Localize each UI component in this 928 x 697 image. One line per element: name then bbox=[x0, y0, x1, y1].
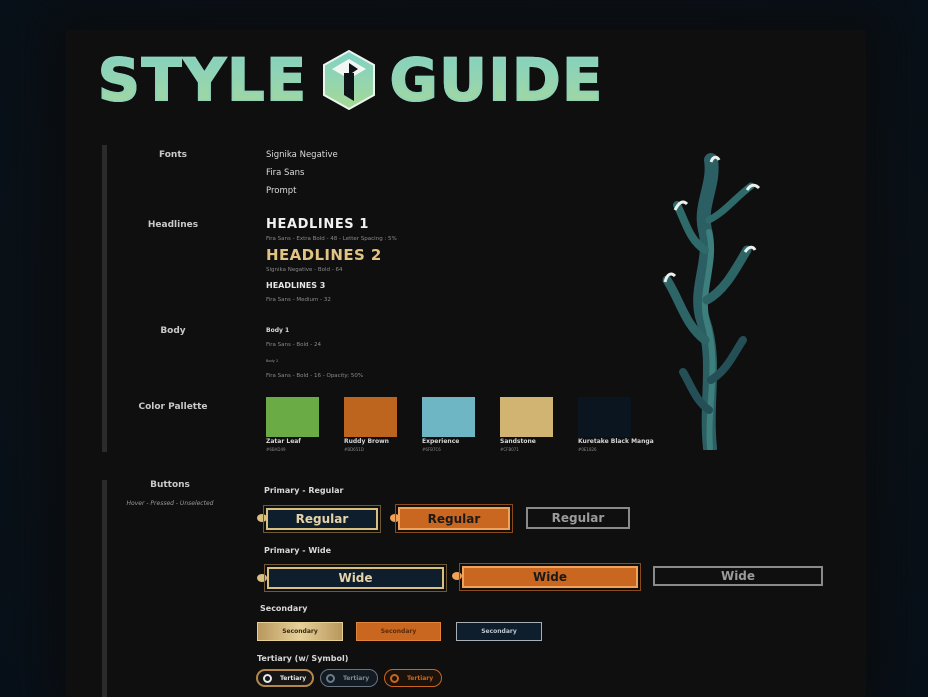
color-hex: #6FB7C6 bbox=[422, 447, 441, 452]
fonts-label: Fonts bbox=[158, 150, 188, 160]
primary-wide-title: Primary - Wide bbox=[264, 546, 332, 555]
headline-2-spec: Signika Negative - Bold - 64 bbox=[266, 267, 343, 273]
secondary-title: Secondary bbox=[260, 604, 308, 613]
primary-regular-unselected-button[interactable]: Regular bbox=[526, 507, 630, 529]
body-2-spec: Fira Sans - Bold - 16 - Opacity: 50% bbox=[266, 373, 364, 379]
page-title: STYLE GUIDE bbox=[97, 45, 604, 115]
color-swatch bbox=[578, 397, 631, 437]
color-name: Experience bbox=[422, 438, 460, 445]
body-label: Body bbox=[160, 326, 186, 336]
circle-symbol-icon bbox=[390, 673, 399, 683]
body-2-sample: Body 2 bbox=[266, 359, 279, 363]
button-states-caption: Hover - Pressed - Unselected bbox=[126, 500, 214, 507]
tertiary-pressed-button[interactable]: Tertiary bbox=[384, 669, 442, 687]
color-name: Zatar Leaf bbox=[266, 438, 301, 445]
hexagon-logo-icon bbox=[322, 49, 375, 111]
headline-3-spec: Fira Sans - Medium - 32 bbox=[266, 297, 331, 303]
headline-3-sample: HEADLINES 3 bbox=[266, 281, 326, 290]
headlines-label: Headlines bbox=[147, 220, 199, 230]
color-swatch bbox=[344, 397, 397, 437]
buttons-label: Buttons bbox=[150, 480, 190, 490]
font-item: Signika Negative bbox=[266, 150, 338, 160]
headline-2-sample: HEADLINES 2 bbox=[266, 246, 382, 264]
palette-label: Color Pallette bbox=[138, 402, 208, 412]
headline-1-spec: Fira Sans - Extra Bold - 48 - Letter Spa… bbox=[266, 236, 397, 242]
color-hex: #0E1826 bbox=[578, 447, 597, 452]
tertiary-title: Tertiary (w/ Symbol) bbox=[257, 654, 349, 663]
color-hex: #BD651D bbox=[344, 447, 364, 452]
circle-symbol-icon bbox=[326, 673, 335, 683]
color-swatch bbox=[500, 397, 553, 437]
primary-wide-pressed-button[interactable]: Wide bbox=[459, 563, 641, 591]
secondary-hover-button[interactable]: Secondary bbox=[257, 622, 343, 641]
button-tag-icon bbox=[257, 574, 267, 582]
font-item: Fira Sans bbox=[266, 168, 305, 178]
color-hex: #6BAD49 bbox=[266, 447, 286, 452]
title-right: GUIDE bbox=[389, 45, 604, 115]
primary-regular-hover-button[interactable]: Regular bbox=[263, 505, 381, 533]
button-tag-icon bbox=[452, 572, 462, 580]
color-hex: #CFB071 bbox=[500, 447, 519, 452]
color-swatch bbox=[266, 397, 319, 437]
secondary-unselected-button[interactable]: Secondary bbox=[456, 622, 542, 641]
circle-symbol-icon bbox=[263, 673, 272, 683]
primary-wide-unselected-button[interactable]: Wide bbox=[653, 566, 823, 586]
font-item: Prompt bbox=[266, 186, 297, 196]
seaweed-illustration-icon bbox=[662, 153, 761, 450]
tertiary-label: Tertiary bbox=[407, 674, 434, 682]
primary-regular-pressed-button[interactable]: Regular bbox=[395, 504, 513, 533]
body-1-sample: Body 1 bbox=[266, 327, 290, 334]
tertiary-label: Tertiary bbox=[280, 674, 307, 682]
color-name: Sandstone bbox=[500, 438, 536, 445]
tertiary-hover-button[interactable]: Tertiary bbox=[256, 669, 314, 687]
color-name: Kuretake Black Manga bbox=[578, 438, 654, 445]
tertiary-unselected-button[interactable]: Tertiary bbox=[320, 669, 378, 687]
primary-wide-hover-button[interactable]: Wide bbox=[264, 564, 447, 592]
secondary-pressed-button[interactable]: Secondary bbox=[356, 622, 441, 641]
section-rail-buttons bbox=[102, 480, 107, 697]
body-1-spec: Fira Sans - Bold - 24 bbox=[266, 342, 322, 348]
primary-regular-title: Primary - Regular bbox=[264, 486, 344, 495]
title-left: STYLE bbox=[97, 45, 308, 115]
color-swatch bbox=[422, 397, 475, 437]
color-name: Ruddy Brown bbox=[344, 438, 389, 445]
headline-1-sample: HEADLINES 1 bbox=[266, 217, 370, 232]
tertiary-label: Tertiary bbox=[343, 674, 370, 682]
